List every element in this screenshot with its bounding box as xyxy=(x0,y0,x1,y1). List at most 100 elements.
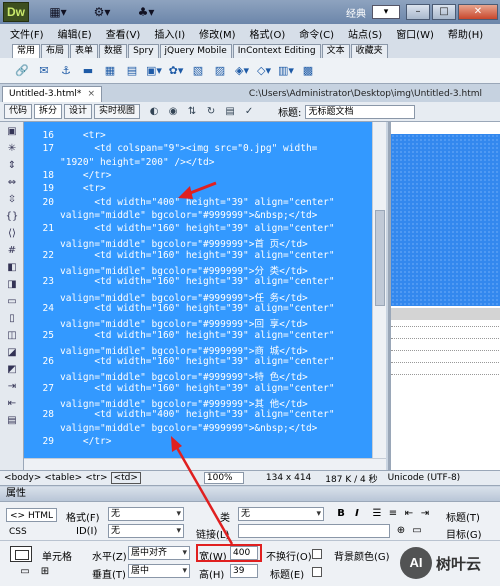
browser-preview-icon[interactable]: ◉ xyxy=(166,105,180,119)
document-tab[interactable]: Untitled-3.html* × xyxy=(2,86,102,102)
open-documents-icon[interactable]: ▣ xyxy=(3,125,21,139)
expand-all-icon[interactable]: ⇳ xyxy=(3,193,21,207)
indent-icon[interactable]: ⇥ xyxy=(418,507,432,521)
code-horizontal-scrollbar[interactable] xyxy=(24,458,386,470)
line-numbers-icon[interactable]: # xyxy=(3,244,21,258)
split-cell-icon[interactable]: ⊞ xyxy=(38,565,52,579)
format-source-icon[interactable]: ▤ xyxy=(3,414,21,428)
tab-layout[interactable]: 布局 xyxy=(41,44,70,58)
unordered-list-icon[interactable]: ☰ xyxy=(370,507,384,521)
menu-commands[interactable]: 命令(C) xyxy=(299,26,334,41)
tab-common[interactable]: 常用 xyxy=(12,44,41,58)
properties-panel-header[interactable]: 属性 xyxy=(0,487,500,502)
syntax-error-icon[interactable]: ◨ xyxy=(3,278,21,292)
tab-incontext-editing[interactable]: InContext Editing xyxy=(232,44,321,58)
extend-menu-icon[interactable]: ⚙▾ xyxy=(87,3,117,21)
indent-code-icon[interactable]: ⇥ xyxy=(3,380,21,394)
italic-button[interactable]: I xyxy=(350,507,364,521)
maximize-button[interactable]: □ xyxy=(432,4,456,20)
site-menu-icon[interactable]: ♣▾ xyxy=(131,3,161,21)
code-vertical-scrollbar[interactable] xyxy=(372,122,386,458)
bold-button[interactable]: B xyxy=(334,507,348,521)
email-link-icon[interactable]: ✉ xyxy=(36,63,52,79)
design-view-button[interactable]: 设计 xyxy=(64,104,93,119)
close-button[interactable]: ✕ xyxy=(458,4,498,20)
tag-selector-tr[interactable]: <tr> xyxy=(85,473,107,483)
remove-comment-icon[interactable]: ▯ xyxy=(3,312,21,326)
apply-comment-icon[interactable]: ▭ xyxy=(3,295,21,309)
hyperlink-icon[interactable]: 🔗 xyxy=(14,63,30,79)
server-side-include-icon[interactable]: ▨ xyxy=(212,63,228,79)
tag-selector-td[interactable]: <td> xyxy=(110,472,141,484)
menu-file[interactable]: 文件(F) xyxy=(10,26,44,41)
height-input[interactable]: 39 xyxy=(230,564,258,578)
tab-favorites[interactable]: 收藏夹 xyxy=(350,44,388,58)
menu-format[interactable]: 格式(O) xyxy=(250,26,286,41)
menu-view[interactable]: 查看(V) xyxy=(106,26,141,41)
workspace-switcher[interactable]: 经典 xyxy=(346,5,366,20)
menu-site[interactable]: 站点(S) xyxy=(348,26,382,41)
select-parent-tag-icon[interactable]: {} xyxy=(3,210,21,224)
code-view-button[interactable]: 代码 xyxy=(4,104,33,119)
menu-help[interactable]: 帮助(H) xyxy=(448,26,483,41)
code-editor[interactable]: 16 <tr> 17 <td colspan="9"><img src="0.jp… xyxy=(24,122,386,458)
link-input[interactable] xyxy=(238,524,390,538)
media-icon[interactable]: ✿▾ xyxy=(168,63,184,79)
file-management-icon[interactable]: ⇅ xyxy=(185,105,199,119)
tab-jquery-mobile[interactable]: jQuery Mobile xyxy=(159,44,232,58)
outdent-icon[interactable]: ⇤ xyxy=(402,507,416,521)
named-anchor-icon[interactable]: ⚓ xyxy=(58,63,74,79)
head-icon[interactable]: ◇▾ xyxy=(256,63,272,79)
script-icon[interactable]: ▥▾ xyxy=(278,63,294,79)
div-icon[interactable]: ▤ xyxy=(124,63,140,79)
close-tab-icon[interactable]: × xyxy=(87,87,95,102)
tab-forms[interactable]: 表单 xyxy=(70,44,99,58)
collapse-tag-icon[interactable]: ⇕ xyxy=(3,159,21,173)
date-icon[interactable]: ▧ xyxy=(190,63,206,79)
menu-modify[interactable]: 修改(M) xyxy=(199,26,235,41)
recent-snippets-icon[interactable]: ◪ xyxy=(3,346,21,360)
tab-text[interactable]: 文本 xyxy=(321,44,350,58)
class-select[interactable]: 无 xyxy=(238,507,324,521)
table-icon[interactable]: ▦ xyxy=(102,63,118,79)
format-select[interactable]: 无 xyxy=(108,507,184,521)
image-icon[interactable]: ▣▾ xyxy=(146,63,162,79)
horizontal-align-select[interactable]: 居中对齐 xyxy=(128,546,190,560)
template-icon[interactable]: ▩ xyxy=(300,63,316,79)
design-view-pane[interactable] xyxy=(388,122,500,470)
minimize-button[interactable]: – xyxy=(406,4,430,20)
inspect-icon[interactable]: ◐ xyxy=(147,105,161,119)
html-mode-button[interactable]: <> HTML xyxy=(6,508,57,522)
css-mode-button[interactable]: CSS xyxy=(6,525,30,539)
merge-cells-icon[interactable]: ▭ xyxy=(18,565,32,579)
balance-braces-icon[interactable]: ⟨⟩ xyxy=(3,227,21,241)
refresh-icon[interactable]: ↻ xyxy=(204,105,218,119)
ordered-list-icon[interactable]: ≡ xyxy=(386,507,400,521)
tag-selector-table[interactable]: <table> xyxy=(44,473,82,483)
menu-insert[interactable]: 插入(I) xyxy=(154,26,185,41)
scrollbar-thumb[interactable] xyxy=(375,210,385,306)
layout-menu-icon[interactable]: ▦▾ xyxy=(43,3,73,21)
vertical-align-select[interactable]: 居中 xyxy=(128,564,190,578)
header-cell-checkbox[interactable] xyxy=(312,567,322,577)
menu-window[interactable]: 窗口(W) xyxy=(396,26,434,41)
live-view-button[interactable]: 实时视图 xyxy=(94,104,141,119)
page-title-input[interactable]: 无标题文档 xyxy=(305,104,416,119)
nowrap-checkbox[interactable] xyxy=(312,549,322,559)
menu-edit[interactable]: 编辑(E) xyxy=(58,26,92,41)
tab-data[interactable]: 数据 xyxy=(99,44,128,58)
show-code-navigator-icon[interactable]: ✳ xyxy=(3,142,21,156)
horizontal-rule-icon[interactable]: ▬ xyxy=(80,63,96,79)
wrap-tag-icon[interactable]: ◫ xyxy=(3,329,21,343)
id-select[interactable]: 无 xyxy=(108,524,184,538)
collapse-selection-icon[interactable]: ⇔ xyxy=(3,176,21,190)
zoom-select[interactable]: 100% xyxy=(203,472,244,484)
point-to-file-icon[interactable]: ⊕ xyxy=(394,524,408,538)
outdent-code-icon[interactable]: ⇤ xyxy=(3,397,21,411)
tab-spry[interactable]: Spry xyxy=(128,44,159,58)
comment-icon[interactable]: ◈▾ xyxy=(234,63,250,79)
browse-folder-icon[interactable]: ▭ xyxy=(410,524,424,538)
split-view-button[interactable]: 拆分 xyxy=(34,104,63,119)
highlight-invalid-code-icon[interactable]: ◧ xyxy=(3,261,21,275)
tag-selector-body[interactable]: <body> xyxy=(4,473,41,483)
